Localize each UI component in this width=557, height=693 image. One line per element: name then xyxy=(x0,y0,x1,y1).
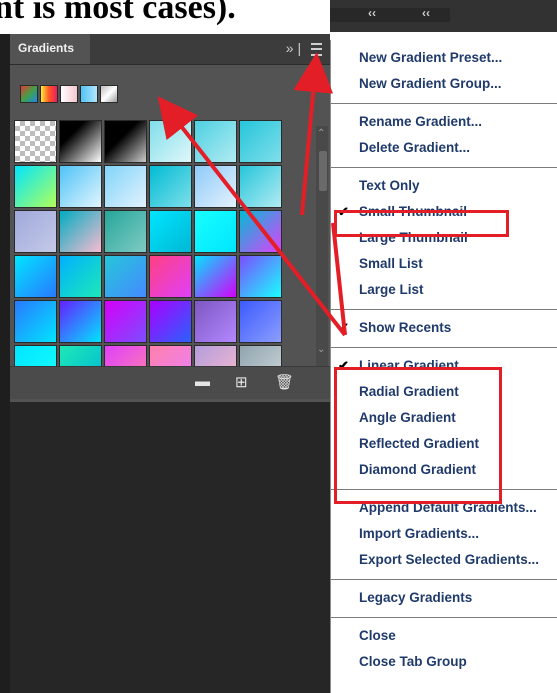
collapse-left-icon[interactable]: ‹‹ xyxy=(368,6,376,20)
expand-panel-icon[interactable]: » xyxy=(286,40,294,56)
recent-swatch[interactable] xyxy=(80,85,98,103)
new-gradient-icon[interactable]: ⊞ xyxy=(235,373,248,391)
menu-separator xyxy=(331,347,557,348)
gradient-swatch[interactable] xyxy=(194,120,237,163)
menu-separator xyxy=(331,309,557,310)
menu-item-legacy-gradients[interactable]: Legacy Gradients xyxy=(359,586,472,610)
gradient-swatch[interactable] xyxy=(194,210,237,253)
panel-header: Gradients » | xyxy=(10,34,330,65)
menu-item-text-only[interactable]: Text Only xyxy=(359,174,420,198)
menu-item-new-gradient-preset[interactable]: New Gradient Preset... xyxy=(359,46,502,70)
menu-item-close-tab-group[interactable]: Close Tab Group xyxy=(359,650,467,674)
caption-text: nt is most cases). xyxy=(0,0,236,26)
gradient-swatch[interactable] xyxy=(14,210,57,253)
gradient-swatch[interactable] xyxy=(239,255,282,298)
gradient-swatch[interactable] xyxy=(104,210,147,253)
gradient-swatch[interactable] xyxy=(239,120,282,163)
recent-swatch[interactable] xyxy=(60,85,78,103)
gradient-swatch[interactable] xyxy=(104,255,147,298)
menu-item-close[interactable]: Close xyxy=(359,624,396,648)
menu-separator xyxy=(331,167,557,168)
collapse-right-icon[interactable]: ‹‹ xyxy=(422,6,430,20)
checkmark-icon: ✔ xyxy=(338,320,349,335)
annotation-box-gradient-types xyxy=(334,367,502,504)
menu-item-import-gradients[interactable]: Import Gradients... xyxy=(359,522,479,546)
annotation-box-thumbnail xyxy=(334,210,509,237)
menu-separator xyxy=(331,617,557,618)
lower-panel-area xyxy=(10,402,330,693)
gradient-swatch[interactable] xyxy=(14,120,57,163)
gradient-swatch[interactable] xyxy=(194,255,237,298)
gradient-swatch[interactable] xyxy=(104,120,147,163)
gradient-swatch[interactable] xyxy=(104,300,147,343)
gradient-swatch[interactable] xyxy=(59,255,102,298)
menu-item-large-list[interactable]: Large List xyxy=(359,278,424,302)
gradient-swatch[interactable] xyxy=(14,165,57,208)
menu-separator xyxy=(331,579,557,580)
scroll-up-icon[interactable]: ⌃ xyxy=(317,128,325,139)
panel-footer: ▬ ⊞ 🗑 xyxy=(10,366,330,399)
collapse-bar[interactable]: ‹‹ ‹‹ xyxy=(330,6,450,22)
tab-gradients[interactable]: Gradients xyxy=(10,34,90,64)
gradient-swatch[interactable] xyxy=(239,210,282,253)
divider: | xyxy=(297,40,302,56)
gradient-swatch[interactable] xyxy=(194,300,237,343)
menu-item-new-gradient-group[interactable]: New Gradient Group... xyxy=(359,72,502,96)
menu-item-rename-gradient[interactable]: Rename Gradient... xyxy=(359,110,482,134)
scroll-down-icon[interactable]: ⌄ xyxy=(317,344,325,355)
recent-swatch[interactable] xyxy=(20,85,38,103)
gradient-swatch[interactable] xyxy=(59,120,102,163)
gradient-swatch[interactable] xyxy=(104,165,147,208)
gradient-swatch[interactable] xyxy=(14,300,57,343)
gradient-swatch[interactable] xyxy=(149,300,192,343)
menu-item-export-selected-gradients[interactable]: Export Selected Gradients... xyxy=(359,548,539,572)
panel-menu-icon[interactable] xyxy=(311,42,322,56)
menu-item-delete-gradient[interactable]: Delete Gradient... xyxy=(359,136,470,160)
gradient-swatch[interactable] xyxy=(149,255,192,298)
recent-gradients xyxy=(20,85,120,105)
menu-separator xyxy=(331,103,557,104)
gradient-swatch[interactable] xyxy=(59,165,102,208)
menu-item-small-list[interactable]: Small List xyxy=(359,252,423,276)
gradient-swatch[interactable] xyxy=(59,210,102,253)
gradient-swatch[interactable] xyxy=(59,300,102,343)
gradient-swatch[interactable] xyxy=(149,120,192,163)
gradients-panel: Gradients » | ⌃ ⌄ ▬ ⊞ 🗑 xyxy=(10,34,330,693)
gradient-swatch-grid xyxy=(14,120,314,400)
menu-item-show-recents[interactable]: Show Recents xyxy=(359,316,451,340)
gradient-swatch[interactable] xyxy=(194,165,237,208)
scrollbar-thumb[interactable] xyxy=(319,151,327,191)
recent-swatch[interactable] xyxy=(40,85,58,103)
gradient-swatch[interactable] xyxy=(149,210,192,253)
gradient-swatch[interactable] xyxy=(239,300,282,343)
recent-swatch[interactable] xyxy=(100,85,118,103)
gradient-swatch[interactable] xyxy=(149,165,192,208)
gradient-swatch[interactable] xyxy=(14,255,57,298)
left-edge xyxy=(0,34,10,693)
gradient-swatch[interactable] xyxy=(239,165,282,208)
folder-icon[interactable]: ▬ xyxy=(195,373,210,390)
trash-icon[interactable]: 🗑 xyxy=(275,373,294,391)
